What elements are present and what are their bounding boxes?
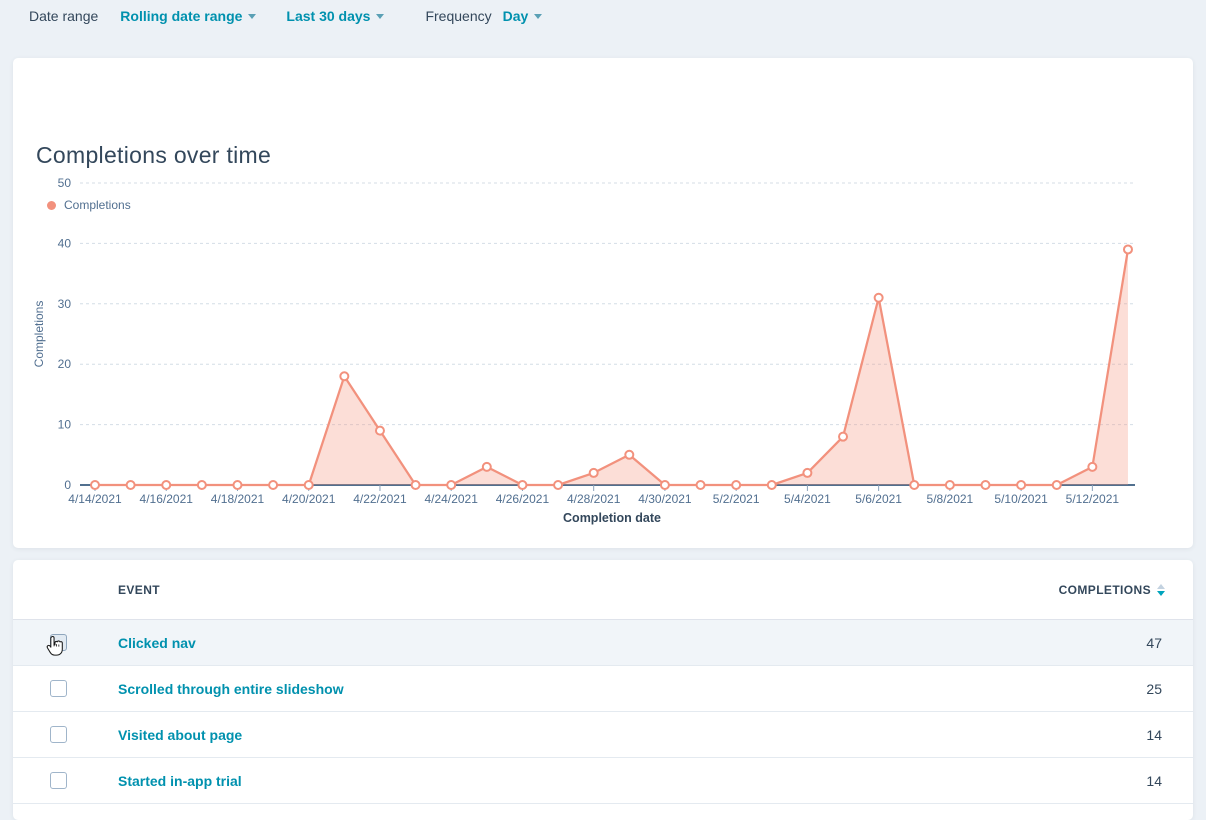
sort-up-arrow-icon [1157,584,1165,589]
date-range-type-value: Rolling date range [120,8,242,24]
svg-text:5/4/2021: 5/4/2021 [784,492,831,506]
svg-text:4/30/2021: 4/30/2021 [638,492,692,506]
table-body: Clicked nav 47 Scrolled through entire s… [13,620,1193,804]
filter-bar: Date range Rolling date range Last 30 da… [29,8,542,24]
table-header-row: EVENT COMPLETIONS [13,560,1193,620]
table-row[interactable]: Scrolled through entire slideshow 25 [13,666,1193,712]
svg-text:4/14/2021: 4/14/2021 [68,492,122,506]
svg-text:40: 40 [58,236,72,250]
svg-text:5/12/2021: 5/12/2021 [1066,492,1120,506]
svg-text:10: 10 [58,418,72,432]
chevron-down-icon [248,14,256,19]
event-link[interactable]: Started in-app trial [118,773,242,789]
sort-down-arrow-icon [1157,591,1165,596]
row-checkbox[interactable] [50,680,67,697]
completions-area-chart[interactable]: 0 10 20 30 40 50 4/14/2021 4/16/2021 4/18/2021 4/… [13,58,1193,536]
svg-text:4/24/2021: 4/24/2021 [425,492,479,506]
row-checkbox[interactable] [50,634,67,651]
svg-text:4/20/2021: 4/20/2021 [282,492,336,506]
row-checkbox[interactable] [50,726,67,743]
completions-value: 14 [1146,773,1162,789]
table-row[interactable]: Visited about page 14 [13,712,1193,758]
frequency-value-text: Day [503,8,529,24]
completions-chart-card: Completions over time Completions 010203… [13,58,1193,548]
table-row[interactable]: Started in-app trial 14 [13,758,1193,804]
svg-text:5/6/2021: 5/6/2021 [855,492,902,506]
events-table-card: EVENT COMPLETIONS Clicked nav 47 Scrolle… [13,560,1193,820]
event-link[interactable]: Visited about page [118,727,242,743]
svg-text:Completion date: Completion date [563,511,661,525]
column-header-event[interactable]: EVENT [118,583,160,597]
date-range-label: Date range [29,8,98,24]
completions-header-label: COMPLETIONS [1059,583,1151,597]
svg-text:4/18/2021: 4/18/2021 [211,492,265,506]
event-link[interactable]: Scrolled through entire slideshow [118,681,344,697]
row-checkbox[interactable] [50,772,67,789]
frequency-dropdown[interactable]: Day [503,8,543,24]
svg-text:0: 0 [64,478,71,492]
svg-text:4/26/2021: 4/26/2021 [496,492,550,506]
completions-value: 14 [1146,727,1162,743]
frequency-label: Frequency [425,8,491,24]
svg-text:5/8/2021: 5/8/2021 [927,492,974,506]
svg-text:50: 50 [58,176,72,190]
svg-text:Completions: Completions [32,301,46,368]
svg-text:4/22/2021: 4/22/2021 [353,492,407,506]
chevron-down-icon [534,14,542,19]
svg-text:4/28/2021: 4/28/2021 [567,492,621,506]
date-range-value-text: Last 30 days [286,8,370,24]
completions-value: 47 [1146,635,1162,651]
table-row[interactable]: Clicked nav 47 [13,620,1193,666]
completions-value: 25 [1146,681,1162,697]
sort-descending-icon[interactable] [1157,584,1165,596]
date-range-value-dropdown[interactable]: Last 30 days [286,8,384,24]
svg-text:5/10/2021: 5/10/2021 [994,492,1048,506]
event-link[interactable]: Clicked nav [118,635,196,651]
svg-text:30: 30 [58,297,72,311]
date-range-type-dropdown[interactable]: Rolling date range [120,8,256,24]
svg-text:20: 20 [58,357,72,371]
svg-text:5/2/2021: 5/2/2021 [713,492,760,506]
chevron-down-icon [376,14,384,19]
column-header-completions[interactable]: COMPLETIONS [1059,583,1165,597]
svg-text:4/16/2021: 4/16/2021 [140,492,194,506]
